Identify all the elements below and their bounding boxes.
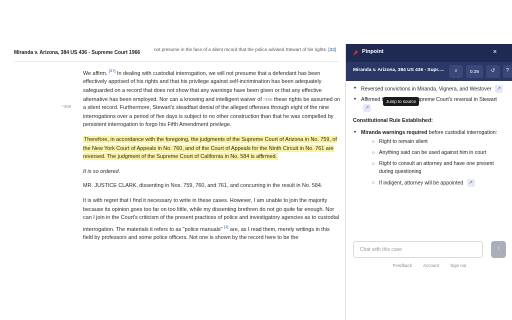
search-icon[interactable]: ⌕ xyxy=(449,65,463,78)
chevron-down-icon[interactable]: ⌄ xyxy=(441,67,445,73)
list-item: Affirmed the California Supreme Court's … xyxy=(353,96,507,113)
tooltip: Jump to source xyxy=(383,97,420,106)
list-item: Reversed convictions in Miranda, Vignera… xyxy=(353,85,507,93)
sign-out-link[interactable]: Sign out xyxy=(450,263,466,268)
pinpoint-logo-icon xyxy=(353,50,358,56)
account-link[interactable]: Account xyxy=(423,263,439,268)
list-item-text: Right to consult an attorney and have on… xyxy=(379,160,494,175)
jump-to-source-icon[interactable]: ↗ xyxy=(466,178,475,187)
document-sticky-header: Miranda v. Arizona, 384 US 436 - Supreme… xyxy=(14,46,339,62)
document-viewer: Miranda v. Arizona, 384 US 436 - Supreme… xyxy=(0,0,345,320)
rule-rest: before custodial interrogation: xyxy=(427,129,498,136)
page-margin-number: *499 xyxy=(62,104,72,109)
history-icon[interactable]: ↺ xyxy=(486,65,500,78)
case-selector[interactable]: Miranda v. Arizona, 384 US 436 - Supr... xyxy=(353,68,442,73)
pinpoint-sidebar: Pinpoint × Miranda v. Arizona, 384 US 43… xyxy=(345,44,512,320)
feedback-link[interactable]: Feedback xyxy=(393,263,412,268)
list-item: Miranda warnings required before custodi… xyxy=(353,129,507,187)
list-item-text: If indigent, attorney will be appointed xyxy=(379,180,464,187)
sidebar-footer: Feedback Account Sign out xyxy=(346,263,512,268)
rule-main: Miranda warnings required xyxy=(361,129,428,136)
summary-content: Reversed convictions in Miranda, Vignera… xyxy=(353,85,507,190)
header-snippet: not presume in the face of a silent reco… xyxy=(154,47,339,54)
send-icon[interactable]: ↑ xyxy=(491,241,506,258)
list-item: If indigent, attorney will be appointed … xyxy=(371,178,507,187)
header-snippet-text: not presume in the face of a silent reco… xyxy=(154,47,328,52)
page-marker: *499 xyxy=(263,96,273,102)
highlighted-text: Therefore, in accordance with the forego… xyxy=(83,135,337,161)
jump-to-source-icon[interactable]: ↗ xyxy=(363,104,371,113)
so-ordered: It is so ordered. xyxy=(83,168,121,175)
paragraph: It is with regret that I find it necessa… xyxy=(83,197,341,243)
list-item-text: Anything said can be used against him in… xyxy=(379,149,487,156)
chat-box xyxy=(353,241,483,258)
sidebar-title: Pinpoint xyxy=(362,49,384,55)
section-heading: Constitutional Rule Established: xyxy=(353,117,433,124)
list-item-text: Reversed convictions in Miranda, Vignera… xyxy=(361,86,492,93)
paragraph: We affirm. [37] In dealing with custodia… xyxy=(83,67,341,130)
list-item: Anything said can be used against him in… xyxy=(371,149,507,157)
list-item-text: Right to remain silent xyxy=(379,138,428,145)
highlighted-paragraph: Therefore, in accordance with the forego… xyxy=(83,135,341,162)
opinion-body: We affirm. [37] In dealing with custodia… xyxy=(83,67,341,249)
dissent-heading: MR. JUSTICE CLARK, dissenting in Nos. 75… xyxy=(83,183,323,190)
close-icon[interactable]: × xyxy=(493,48,497,57)
warning-list: Right to remain silent Anything said can… xyxy=(371,138,507,187)
holding-list: Reversed convictions in Miranda, Vignera… xyxy=(353,85,507,113)
case-title: Miranda v. Arizona, 384 US 436 - Supreme… xyxy=(14,50,141,56)
list-item: Right to consult an attorney and have on… xyxy=(371,160,507,176)
chat-input[interactable] xyxy=(360,242,478,257)
timer-badge[interactable]: 0:39 xyxy=(466,65,483,78)
footnote-link[interactable]: [33] xyxy=(328,47,336,52)
case-selector-bar: Miranda v. Arizona, 384 US 436 - Supr...… xyxy=(346,62,512,81)
sidebar-header: Pinpoint × xyxy=(346,44,512,62)
help-icon[interactable]: ? xyxy=(503,65,512,78)
jump-to-source-icon[interactable]: ↗ xyxy=(494,85,503,93)
footnote-link[interactable]: [1] xyxy=(224,224,228,229)
rule-list: Miranda warnings required before custodi… xyxy=(353,129,507,187)
list-item-text: Affirmed the California Supreme Court's … xyxy=(361,97,497,104)
list-item: Right to remain silent xyxy=(371,138,507,146)
paragraph-text: We affirm. xyxy=(83,70,108,77)
footnote-link[interactable]: [37] xyxy=(109,68,116,73)
